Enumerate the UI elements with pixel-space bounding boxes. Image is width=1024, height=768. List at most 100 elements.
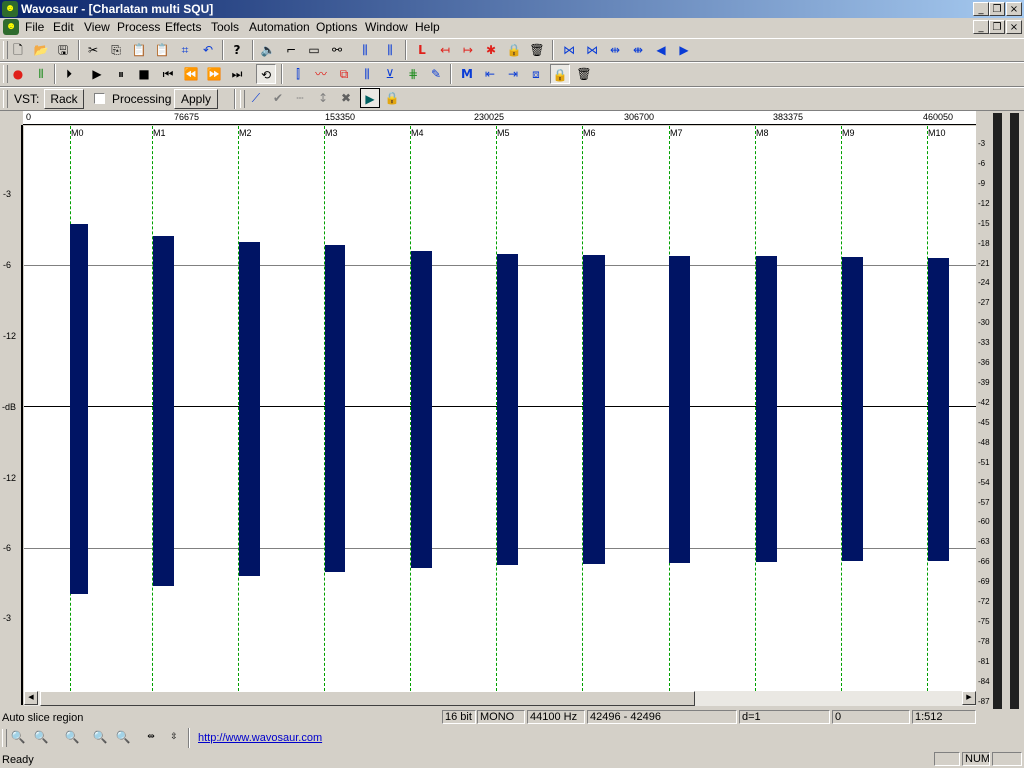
marker-label[interactable]: M2 xyxy=(239,128,252,138)
processing-checkbox[interactable] xyxy=(94,93,105,104)
restore-button[interactable]: ❐ xyxy=(989,2,1005,16)
marker-red-icon[interactable]: L xyxy=(412,40,432,60)
grid-icon[interactable]: ⋕ xyxy=(403,64,423,84)
close-button[interactable]: × xyxy=(1006,2,1022,16)
marker-label[interactable]: M5 xyxy=(497,128,510,138)
crop-icon[interactable]: ⌗ xyxy=(175,40,195,60)
menu-effects[interactable]: Effects xyxy=(165,20,201,34)
zoom-selection-out-icon[interactable]: 🔍 xyxy=(113,727,133,747)
snap-left-icon[interactable]: ⇤ xyxy=(480,64,500,84)
snap-right-icon[interactable]: ⇥ xyxy=(503,64,523,84)
zoom-x-icon[interactable]: ⇹ xyxy=(141,727,161,747)
fade-icon[interactable]: ⫼ xyxy=(380,40,400,60)
marker-label[interactable]: M7 xyxy=(670,128,683,138)
marker-left-icon[interactable]: ↤ xyxy=(435,40,455,60)
open-folder-icon[interactable]: 📂 xyxy=(31,40,51,60)
zoom-out-wave-icon[interactable]: ⋈ xyxy=(582,40,602,60)
waveform-view[interactable] xyxy=(24,126,976,691)
zoom-fit-icon[interactable]: 🔍 xyxy=(62,727,82,747)
normalize-icon[interactable]: ⫼ xyxy=(355,40,375,60)
split-icon[interactable]: ⇹ xyxy=(605,40,625,60)
wavosaur-logo-icon[interactable]: ☻ xyxy=(2,1,18,17)
next-icon[interactable]: ▶ xyxy=(674,40,694,60)
check-icon[interactable]: ✔ xyxy=(268,88,288,108)
lock2-icon[interactable]: 🔒 xyxy=(550,64,570,84)
menu-view[interactable]: View xyxy=(84,20,110,34)
menu-window[interactable]: Window xyxy=(365,20,408,34)
zoom-in-wave-icon[interactable]: ⋈ xyxy=(559,40,579,60)
slice-icon[interactable]: ✱ xyxy=(481,40,501,60)
marker-label[interactable]: M1 xyxy=(153,128,166,138)
cut-icon[interactable]: ✂ xyxy=(83,40,103,60)
marker-label[interactable]: M4 xyxy=(411,128,424,138)
toolbar-grip[interactable] xyxy=(240,90,245,108)
record-icon[interactable]: ● xyxy=(8,64,28,84)
menu-edit[interactable]: Edit xyxy=(53,20,74,34)
delete-icon[interactable]: 🗑 xyxy=(574,64,594,84)
marker-label[interactable]: M10 xyxy=(928,128,946,138)
paste-icon[interactable]: 📋 xyxy=(129,40,149,60)
speaker-icon[interactable]: 🔈 xyxy=(258,40,278,60)
go-end-icon[interactable]: ⏭ xyxy=(227,64,247,84)
trash-icon[interactable]: 🗑 xyxy=(527,40,547,60)
new-file-icon[interactable]: 🗋 xyxy=(8,40,28,60)
marker-label[interactable]: M9 xyxy=(842,128,855,138)
paste-mix-icon[interactable]: 📋 xyxy=(152,40,172,60)
copy-icon[interactable]: ⎘ xyxy=(106,40,126,60)
apply-button[interactable]: Apply xyxy=(174,89,218,109)
zoom-out-icon[interactable]: 🔍 xyxy=(31,727,51,747)
vu-icon[interactable]: ⦀ xyxy=(31,64,51,84)
website-link[interactable]: http://www.wavosaur.com xyxy=(198,732,322,744)
marker-label[interactable]: M3 xyxy=(325,128,338,138)
doc-minimize-button[interactable]: _ xyxy=(973,20,989,34)
copy-region-icon[interactable]: ⧉ xyxy=(334,64,354,84)
toolbar-grip[interactable] xyxy=(3,90,8,108)
play-icon[interactable]: ▶ xyxy=(87,64,107,84)
undo-icon[interactable]: ↶ xyxy=(198,40,218,60)
lock3-icon[interactable]: 🔒 xyxy=(382,88,402,108)
pause-icon[interactable]: ⏸ xyxy=(111,64,131,84)
select-all-icon[interactable]: ⧈ xyxy=(526,64,546,84)
marker-label[interactable]: M0 xyxy=(71,128,84,138)
waveform-icon[interactable]: ⫼ xyxy=(357,64,377,84)
doc-restore-button[interactable]: ❐ xyxy=(989,20,1005,34)
join-icon[interactable]: ⇼ xyxy=(628,40,648,60)
lock-icon[interactable]: 🔒 xyxy=(504,40,524,60)
cross-icon[interactable]: ✖ xyxy=(336,88,356,108)
zoom-selection-in-icon[interactable]: 🔍 xyxy=(90,727,110,747)
zoom-in-icon[interactable]: 🔍 xyxy=(8,727,28,747)
select-region-icon[interactable]: ⫿ xyxy=(288,64,308,84)
pencil-wave-icon[interactable]: 〰 xyxy=(311,64,331,84)
clip-icon[interactable]: ⊻ xyxy=(380,64,400,84)
stop-icon[interactable]: ■ xyxy=(134,64,154,84)
link-icon[interactable]: ⚯ xyxy=(327,40,347,60)
menu-tools[interactable]: Tools xyxy=(211,20,239,34)
play-box-icon[interactable]: ▶ xyxy=(360,88,380,108)
marker-label[interactable]: M8 xyxy=(756,128,769,138)
menu-file[interactable]: File xyxy=(25,20,44,34)
marker-right-icon[interactable]: ↦ xyxy=(458,40,478,60)
doc-close-button[interactable]: × xyxy=(1006,20,1022,34)
go-start-icon[interactable]: ⏮ xyxy=(158,64,178,84)
save-icon[interactable]: 🖫 xyxy=(53,40,73,60)
envelope-icon[interactable]: ⟋ xyxy=(246,88,266,108)
scroll-thumb[interactable] xyxy=(40,691,695,706)
prev-icon[interactable]: ◀ xyxy=(651,40,671,60)
toolbar-grip[interactable] xyxy=(2,729,7,747)
document-icon[interactable]: ☻ xyxy=(3,19,19,35)
zoom-y-icon[interactable]: ⇳ xyxy=(164,727,184,747)
forward-icon[interactable]: ⏩ xyxy=(204,64,224,84)
scroll-right-button[interactable]: ▶ xyxy=(962,691,976,705)
rewind-icon[interactable]: ⏪ xyxy=(181,64,201,84)
scroll-left-button[interactable]: ◀ xyxy=(24,691,38,705)
menu-process[interactable]: Process xyxy=(117,20,160,34)
arrows-icon[interactable]: ↕ xyxy=(313,88,333,108)
dotted-line-icon[interactable]: ┄ xyxy=(290,88,310,108)
menu-automation[interactable]: Automation xyxy=(249,20,310,34)
menu-options[interactable]: Options xyxy=(316,20,357,34)
silence-icon[interactable]: ▭ xyxy=(304,40,324,60)
rack-button[interactable]: Rack xyxy=(44,89,84,109)
trim-icon[interactable]: ⌐ xyxy=(281,40,301,60)
help-icon[interactable]: ? xyxy=(227,40,247,60)
marker-label[interactable]: M6 xyxy=(583,128,596,138)
